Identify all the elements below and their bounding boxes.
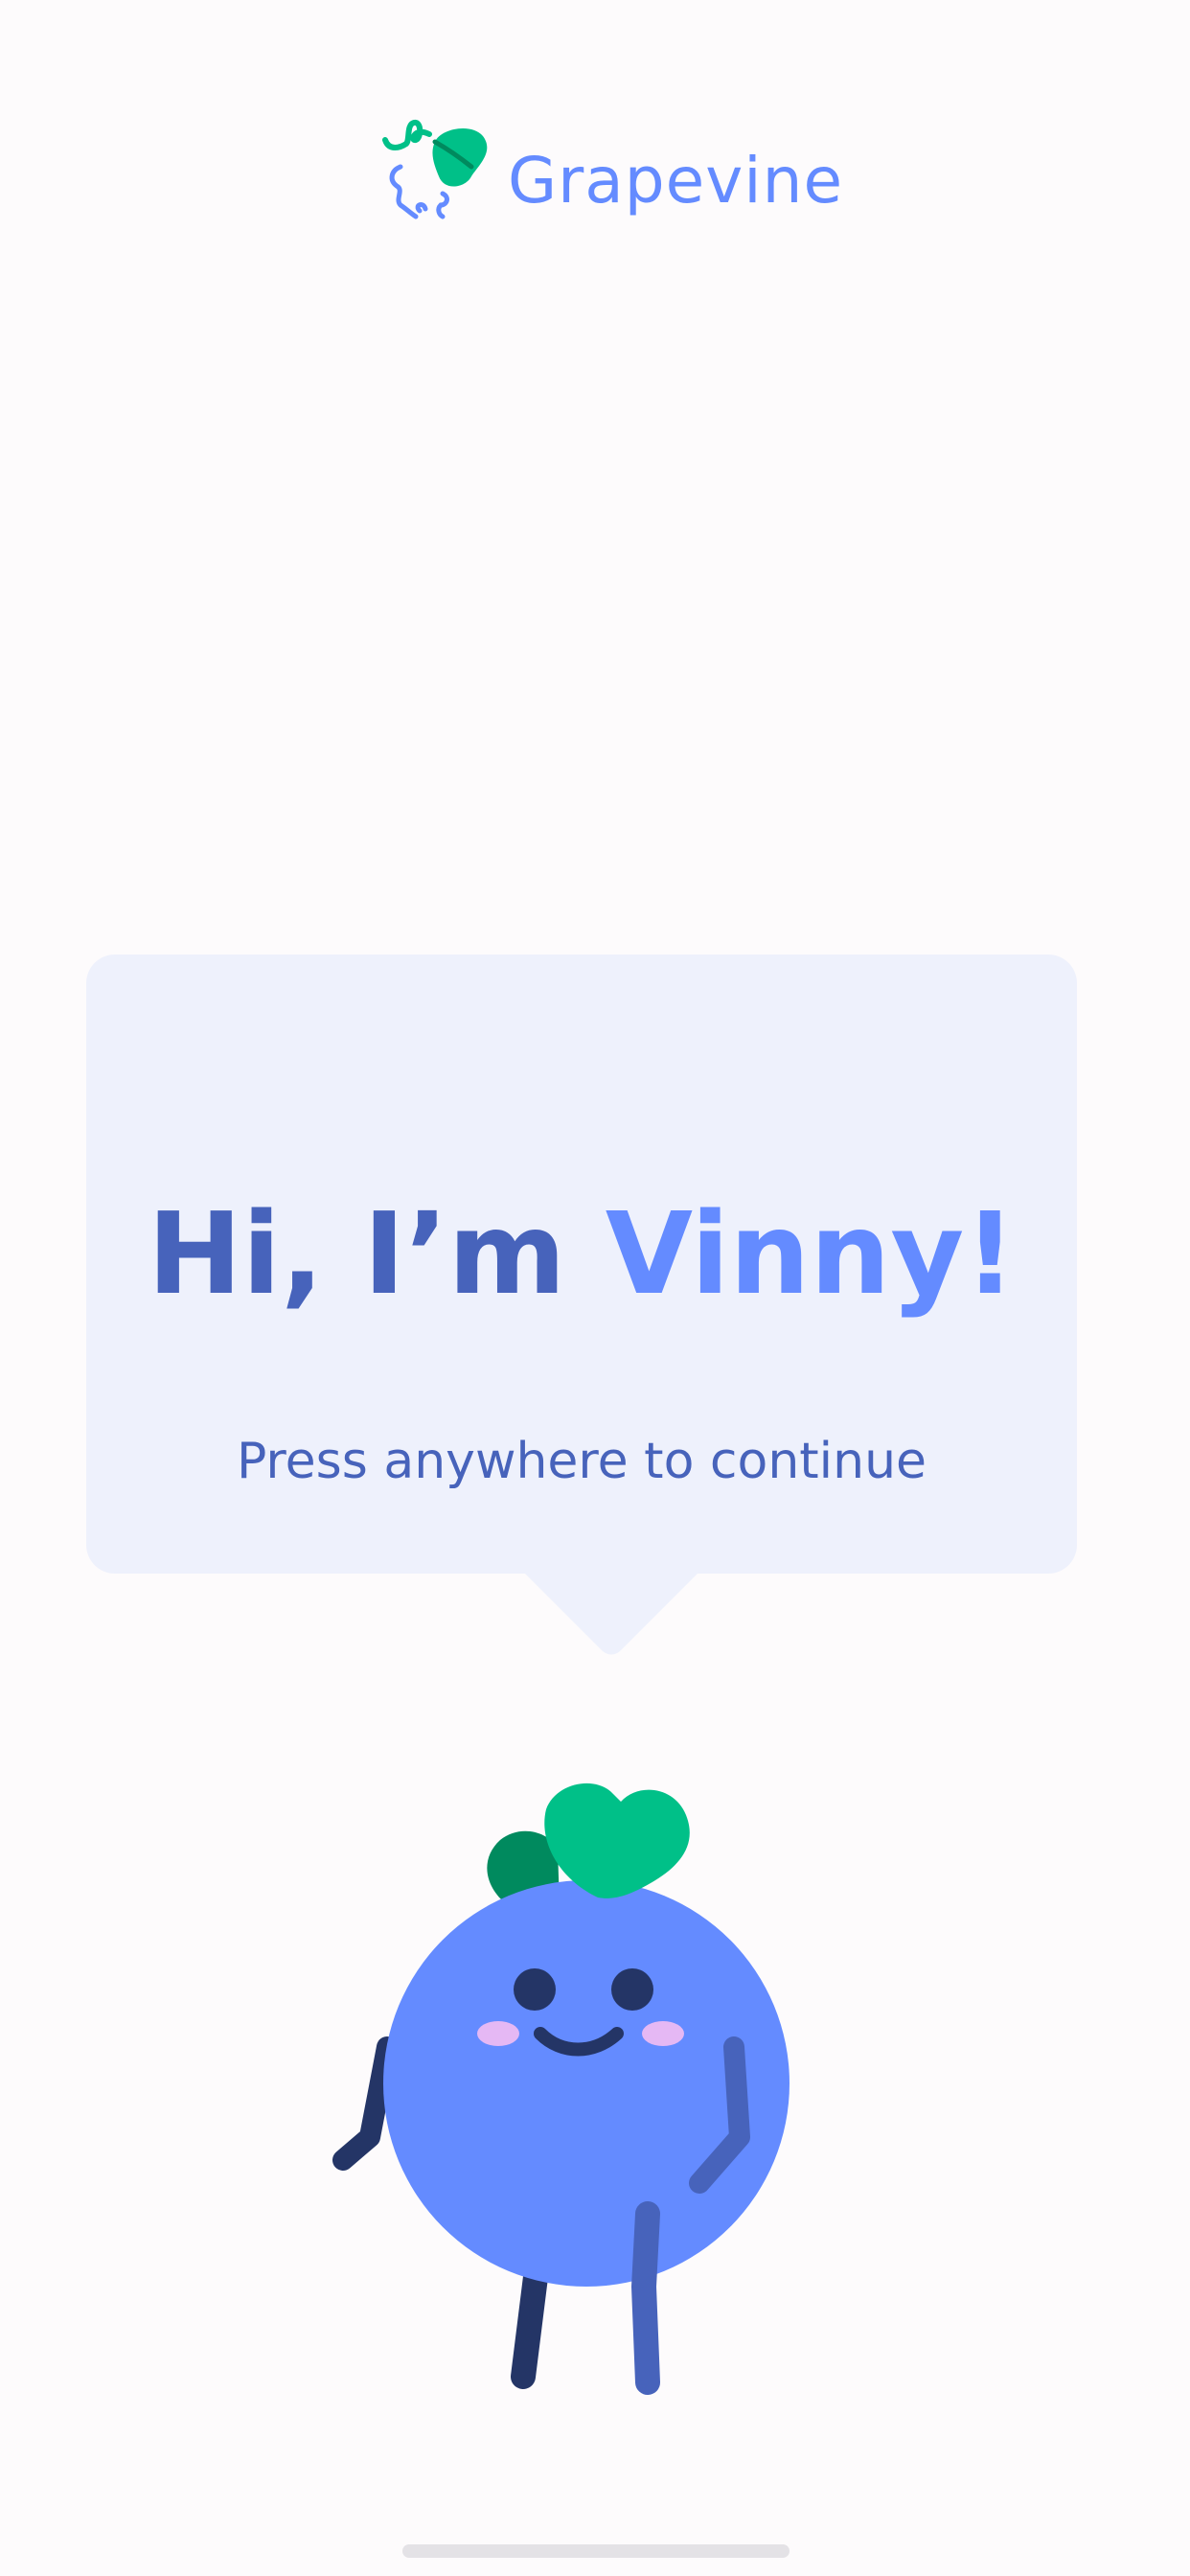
app-name: Grapevine [508,144,844,218]
mascot-left-leg [511,2257,549,2389]
mascot-left-arm [332,2036,398,2171]
continue-hint: Press anywhere to continue [236,1433,927,1490]
home-indicator[interactable] [402,2544,790,2558]
grapevine-logo-icon [382,119,488,219]
mascot-right-leg [631,2201,660,2395]
mascot-front-leaf [544,1782,690,1898]
greeting-title: Hi, I’m Vinny! [86,1186,1077,1322]
speech-bubble-tail [525,1574,698,1655]
greeting-title-name: Vinny! [605,1187,1017,1320]
splash-screen[interactable]: Grapevine Hi, I’m Vinny! Press anywhere … [0,0,1190,2576]
mascot-right-cheek [642,2021,684,2046]
mascot-right-eye [611,1968,653,2011]
vinny-mascot-icon [332,1782,790,2395]
app-logo: Grapevine [381,113,842,228]
mascot-left-eye [514,1968,556,2011]
mascot-left-cheek [477,2021,519,2046]
greeting-title-prefix: Hi, I’m [147,1187,606,1320]
